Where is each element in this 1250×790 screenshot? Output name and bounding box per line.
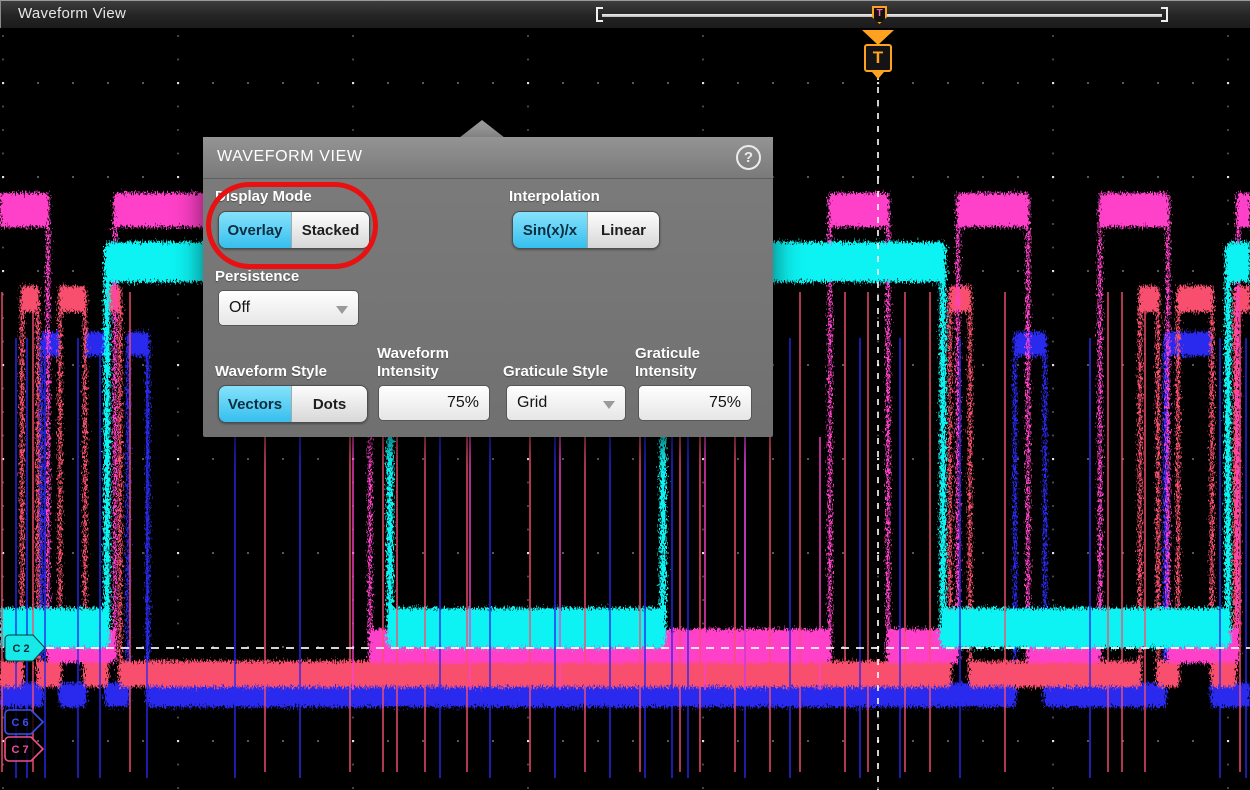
trigger-badge-tip [872, 72, 884, 79]
waveform-style-label: Waveform Style [215, 363, 327, 380]
view-title[interactable]: Waveform View [18, 5, 126, 22]
interpolation-label: Interpolation [509, 188, 600, 205]
timeline-right-bracket [1161, 7, 1168, 22]
top-menu-bar: Waveform View T [0, 0, 1250, 28]
channel-badge-c7[interactable]: C 7 [5, 737, 43, 761]
timeline-trigger-flag[interactable]: T [872, 6, 887, 24]
dialog-callout-pointer [459, 120, 505, 138]
oscilloscope-screen: Waveform View T C 2 C 6 C 7 T WAVEFORM VIE… [0, 0, 1250, 790]
persistence-label: Persistence [215, 268, 299, 285]
waveform-intensity-value: 75% [447, 394, 489, 412]
interpolation-linear-button[interactable]: Linear [587, 212, 659, 248]
svg-text:C 6: C 6 [11, 717, 28, 729]
svg-text:C 7: C 7 [11, 744, 28, 756]
persistence-dropdown[interactable]: Off [218, 290, 359, 326]
help-icon[interactable]: ? [736, 145, 761, 170]
waveform-style-vectors-button[interactable]: Vectors [219, 386, 291, 422]
waveform-intensity-input[interactable]: 75% [378, 385, 490, 421]
graticule-style-value: Grid [507, 394, 547, 412]
graticule-style-dropdown[interactable]: Grid [506, 385, 626, 421]
dialog-header[interactable]: WAVEFORM VIEW ? [203, 137, 773, 179]
graticule-intensity-value: 75% [709, 394, 751, 412]
graticule-intensity-input[interactable]: 75% [638, 385, 752, 421]
interpolation-toggle: Sin(x)/x Linear [512, 211, 660, 249]
annotation-red-oval [206, 182, 378, 269]
interpolation-sinx-button[interactable]: Sin(x)/x [513, 212, 587, 248]
waveform-style-dots-button[interactable]: Dots [291, 386, 367, 422]
graticule-style-label: Graticule Style [503, 363, 608, 380]
waveform-style-toggle: Vectors Dots [218, 385, 368, 423]
waveform-intensity-label: Waveform Intensity [377, 345, 473, 381]
trigger-badge[interactable]: T [864, 44, 892, 72]
chevron-down-icon [336, 306, 348, 314]
chevron-down-icon [603, 401, 615, 409]
dialog-title: WAVEFORM VIEW [217, 148, 363, 166]
trigger-position-arrow-icon[interactable] [862, 30, 894, 45]
channel-badge-c6[interactable]: C 6 [5, 710, 43, 734]
svg-text:C 2: C 2 [12, 643, 29, 655]
persistence-value: Off [219, 299, 250, 317]
graticule-intensity-label: Graticule Intensity [635, 345, 731, 381]
